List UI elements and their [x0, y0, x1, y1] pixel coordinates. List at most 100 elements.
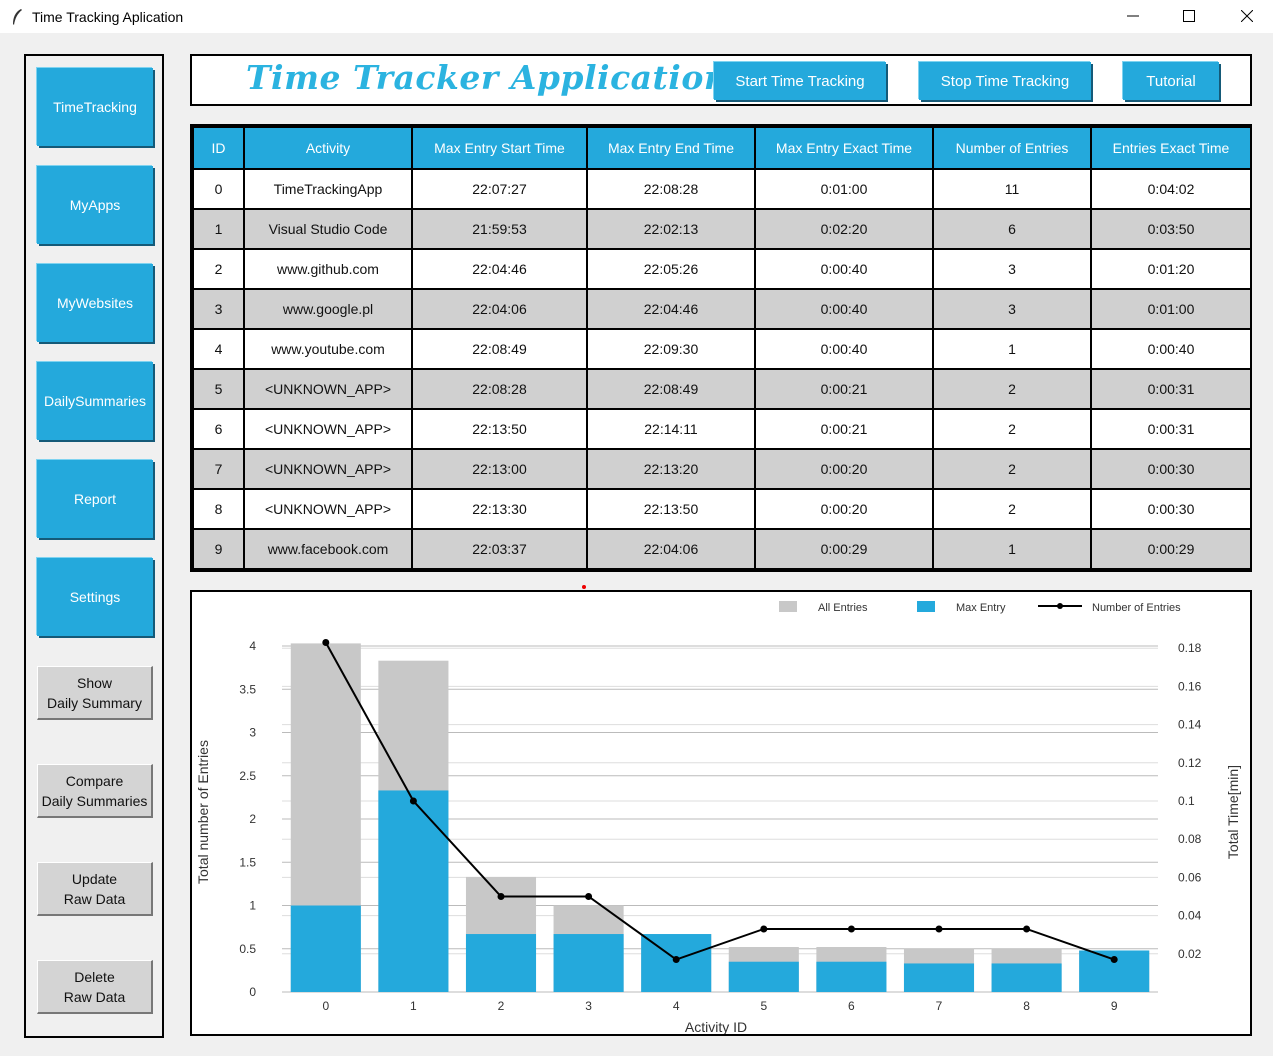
table-cell: 3 — [932, 248, 1092, 290]
point-number-of-entries — [409, 797, 417, 805]
nav-report-button[interactable]: Report — [37, 460, 153, 538]
table-row[interactable]: 0 TimeTrackingApp 22:07:27 22:08:28 0:01:00 1… — [192, 168, 1252, 210]
x-tick-label: 3 — [585, 999, 592, 1013]
nav-timetracking-button[interactable]: TimeTracking — [37, 68, 153, 146]
table-cell: 22:08:49 — [586, 368, 756, 410]
table-cell: <UNKNOWN_APP> — [243, 488, 413, 530]
column-header-entries-count[interactable]: Number of Entries — [932, 126, 1092, 170]
legend-label-number-of-entries: Number of Entries — [1092, 602, 1181, 614]
table-cell: 0 — [192, 168, 245, 210]
feather-icon — [13, 8, 22, 25]
table-cell: <UNKNOWN_APP> — [243, 408, 413, 450]
table-cell: 22:08:28 — [411, 368, 588, 410]
nav-myapps-button[interactable]: MyApps — [37, 166, 153, 244]
close-button[interactable] — [1218, 0, 1273, 32]
table-cell: 22:04:06 — [411, 288, 588, 330]
table-row[interactable]: 5 <UNKNOWN_APP> 22:08:28 22:08:49 0:00:21 2 0:… — [192, 368, 1252, 410]
table-cell: 22:05:26 — [586, 248, 756, 290]
table-cell: 22:14:11 — [586, 408, 756, 450]
tutorial-button[interactable]: Tutorial — [1123, 62, 1219, 100]
table-cell: 22:13:20 — [586, 448, 756, 490]
compare-daily-summaries-button[interactable]: Compare Daily Summaries — [37, 764, 153, 818]
stop-time-tracking-button[interactable]: Stop Time Tracking — [919, 62, 1091, 100]
column-header-id[interactable]: ID — [192, 126, 245, 170]
sidebar: TimeTracking MyApps MyWebsites DailySumm… — [24, 54, 164, 1038]
point-number-of-entries — [935, 925, 943, 933]
table-cell: TimeTrackingApp — [243, 168, 413, 210]
table-cell: 21:59:53 — [411, 208, 588, 250]
table-cell: 9 — [192, 528, 245, 570]
y-tick-label: 1.5 — [239, 855, 256, 869]
column-header-max-exact[interactable]: Max Entry Exact Time — [754, 126, 934, 170]
table-cell: 2 — [932, 368, 1092, 410]
minimize-button[interactable] — [1104, 0, 1162, 32]
x-tick-label: 8 — [1023, 999, 1030, 1013]
table-cell: 2 — [932, 408, 1092, 450]
table-row[interactable]: 8 <UNKNOWN_APP> 22:13:30 22:13:50 0:00:20 2 0:… — [192, 488, 1252, 530]
entries-chart: 0 0.5 1 1.5 2 2.5 3 3.5 4 0.02 0.04 0.06 0.08 0.1 0.1… — [190, 590, 1252, 1036]
table-cell: 0:00:21 — [754, 368, 934, 410]
column-header-entries-exact[interactable]: Entries Exact Time — [1090, 126, 1252, 170]
table-cell: 22:04:46 — [411, 248, 588, 290]
y-tick-label: 1 — [249, 899, 256, 913]
table-cell: 0:04:02 — [1090, 168, 1252, 210]
delete-raw-data-button[interactable]: Delete Raw Data — [37, 960, 153, 1014]
y2-tick-label: 0.16 — [1178, 679, 1202, 693]
table-row[interactable]: 1 Visual Studio Code 21:59:53 22:02:13 0:02:… — [192, 208, 1252, 250]
table-cell: 1 — [932, 528, 1092, 570]
bar-max-entry — [553, 934, 624, 992]
nav-dailysummaries-button[interactable]: DailySummaries — [37, 362, 153, 440]
y2-tick-label: 0.02 — [1178, 947, 1202, 961]
table-cell: 1 — [192, 208, 245, 250]
table-cell: <UNKNOWN_APP> — [243, 368, 413, 410]
nav-mywebsites-button[interactable]: MyWebsites — [37, 264, 153, 342]
bar-max-entry — [465, 934, 537, 992]
table-row[interactable]: 3 www.google.pl 22:04:06 22:04:46 0:00:40 3 0:… — [192, 288, 1252, 330]
table-row[interactable]: 2 www.github.com 22:04:46 22:05:26 0:00:40 3 0… — [192, 248, 1252, 290]
nav-settings-button[interactable]: Settings — [37, 558, 153, 636]
table-cell: 0:02:20 — [754, 208, 934, 250]
y2-tick-label: 0.04 — [1178, 909, 1202, 923]
x-tick-label: 4 — [673, 999, 680, 1013]
table-cell: 2 — [932, 488, 1092, 530]
maximize-button[interactable] — [1160, 0, 1218, 32]
table-row[interactable]: 7 <UNKNOWN_APP> 22:13:00 22:13:20 0:00:20 2 0:… — [192, 448, 1252, 490]
table-cell: 0:01:00 — [754, 168, 934, 210]
table-cell: 0:00:31 — [1090, 408, 1252, 450]
update-raw-data-button[interactable]: Update Raw Data — [37, 862, 153, 916]
column-header-activity[interactable]: Activity — [243, 126, 413, 170]
column-header-max-start[interactable]: Max Entry Start Time — [411, 126, 588, 170]
point-number-of-entries — [1023, 925, 1031, 933]
table-row[interactable]: 9 www.facebook.com 22:03:37 22:04:06 0:00:29… — [192, 528, 1252, 570]
x-axis-label: Activity ID — [685, 1019, 747, 1034]
y2-tick-label: 0.14 — [1178, 718, 1202, 732]
bar-max-entry — [728, 961, 799, 992]
y2-axis-label: Total Time[min] — [1225, 765, 1241, 859]
legend-swatch-max-entry — [917, 601, 935, 612]
table-cell: 0:00:21 — [754, 408, 934, 450]
chart-canvas: 0 0.5 1 1.5 2 2.5 3 3.5 4 0.02 0.04 0.06 0.08 0.1 0.1… — [195, 601, 1241, 1035]
legend-marker-number-of-entries — [1057, 603, 1063, 609]
column-header-max-end[interactable]: Max Entry End Time — [586, 126, 756, 170]
table-cell: 0:00:30 — [1090, 448, 1252, 490]
point-number-of-entries — [847, 925, 855, 933]
bar-max-entry — [991, 963, 1062, 992]
app-title: Time Tracker Application — [246, 58, 729, 97]
table-cell: 0:03:50 — [1090, 208, 1252, 250]
bar-max-entry — [816, 961, 887, 992]
x-tick-label: 7 — [936, 999, 943, 1013]
table-row[interactable]: 4 www.youtube.com 22:08:49 22:09:30 0:00:40 1… — [192, 328, 1252, 370]
table-cell: 11 — [932, 168, 1092, 210]
bar-max-entry — [290, 905, 361, 992]
table-cell: 0:00:40 — [754, 328, 934, 370]
header-bar: Time Tracker Application Start Time Trac… — [190, 54, 1252, 106]
table-cell: 22:09:30 — [586, 328, 756, 370]
show-daily-summary-button[interactable]: Show Daily Summary — [37, 666, 153, 720]
table-cell: 0:00:29 — [754, 528, 934, 570]
window-titlebar: Time Tracking Aplication — [0, 0, 1273, 33]
start-time-tracking-button[interactable]: Start Time Tracking — [714, 62, 886, 100]
y2-tick-label: 0.12 — [1178, 756, 1202, 770]
y-tick-label: 2.5 — [239, 769, 256, 783]
table-cell: www.facebook.com — [243, 528, 413, 570]
table-row[interactable]: 6 <UNKNOWN_APP> 22:13:50 22:14:11 0:00:21 2 0:… — [192, 408, 1252, 450]
